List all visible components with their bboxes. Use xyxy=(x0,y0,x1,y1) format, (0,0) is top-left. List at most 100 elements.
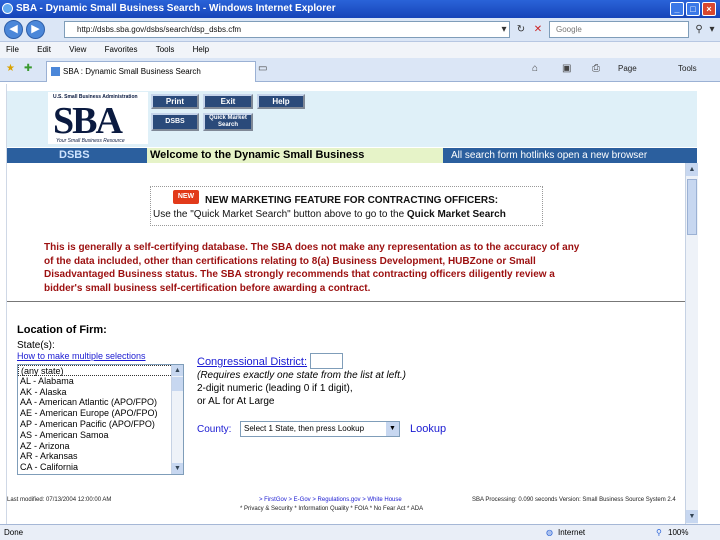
chevron-down-icon[interactable]: ▼ xyxy=(386,422,399,436)
disclaimer-line: of the data included, other than certifi… xyxy=(44,255,536,267)
state-select-list[interactable]: (any state) AL - Alabama AK - Alaska AA … xyxy=(17,364,184,475)
page-scroll-down-icon[interactable]: ▼ xyxy=(686,510,698,523)
menu-view[interactable]: View xyxy=(69,42,86,58)
menu-edit[interactable]: Edit xyxy=(37,42,51,58)
feeds-icon[interactable]: ▣ xyxy=(562,63,571,74)
page-scroll-up-icon[interactable]: ▲ xyxy=(686,163,698,176)
window-title-bar: SBA - Dynamic Small Business Search - Wi… xyxy=(0,0,720,18)
scroll-thumb[interactable] xyxy=(172,377,183,391)
back-icon[interactable]: ◀ xyxy=(4,20,23,39)
page-favicon-icon xyxy=(51,67,60,76)
disclaimer-line: Disadvantaged Business status. The SBA s… xyxy=(44,269,555,280)
hotlinks-note: All search form hotlinks open a new brow… xyxy=(451,150,648,161)
search-input[interactable]: Google xyxy=(549,21,689,38)
page-scrollbar[interactable]: ▲ ▼ xyxy=(685,163,698,524)
help-button[interactable]: Help xyxy=(257,94,305,109)
county-label: County: xyxy=(197,424,232,435)
state-option[interactable]: CA - California xyxy=(18,462,183,473)
state-option[interactable]: AR - Arkansas xyxy=(18,451,183,462)
welcome-heading: Welcome to the Dynamic Small Business xyxy=(147,148,443,163)
new-badge-icon: NEW xyxy=(173,190,199,204)
menu-file[interactable]: File xyxy=(6,42,19,58)
print-icon[interactable]: ⎙ xyxy=(592,63,600,74)
title-banner: DSBS Welcome to the Dynamic Small Busine… xyxy=(7,148,697,163)
footer-policy-links[interactable]: * Privacy & Security * Information Quali… xyxy=(240,506,423,512)
state-option[interactable]: AZ - Arizona xyxy=(18,441,183,452)
state-option[interactable]: AA - American Atlantic (APO/FPO) xyxy=(18,397,183,408)
forward-icon[interactable]: ▶ xyxy=(26,20,45,39)
state-option[interactable]: AL - Alabama xyxy=(18,376,183,387)
state-option[interactable]: AK - Alaska xyxy=(18,387,183,398)
disclaimer-line: bidder's small business self-certificati… xyxy=(44,282,371,294)
search-options-icon[interactable]: ▾ xyxy=(705,21,719,38)
lookup-link[interactable]: Lookup xyxy=(410,423,446,435)
congressional-at-large-note: or AL for At Large xyxy=(197,396,275,407)
address-url: http://dsbs.sba.gov/dsbs/search/dsp_dsbs… xyxy=(77,25,242,34)
tab-sba-search[interactable]: SBA : Dynamic Small Business Search xyxy=(46,61,256,82)
state-option[interactable]: (any state) xyxy=(18,365,183,376)
new-tab-icon[interactable]: ▭ xyxy=(258,63,267,74)
stop-icon[interactable]: ✕ xyxy=(531,21,545,38)
exit-button[interactable]: Exit xyxy=(203,94,253,109)
last-modified: Last modified: 07/13/2004 12:00:00 AM xyxy=(7,497,112,503)
window-title: SBA - Dynamic Small Business Search - Wi… xyxy=(16,3,336,14)
menu-bar: File Edit View Favorites Tools Help xyxy=(0,42,720,58)
notice-text-bold: Quick Market Search xyxy=(406,209,506,220)
county-select[interactable]: Select 1 State, then press Lookup ▼ xyxy=(240,421,400,437)
sba-logo: SBA xyxy=(53,100,123,142)
refresh-icon[interactable]: ↻ xyxy=(514,21,528,38)
disclaimer: This is generally a self-certifying data… xyxy=(44,241,674,295)
minimize-button[interactable]: _ xyxy=(670,2,684,16)
page-scroll-thumb[interactable] xyxy=(687,179,697,235)
internet-zone-icon: ◍ xyxy=(546,528,553,537)
state-option[interactable]: AE - American Europe (APO/FPO) xyxy=(18,408,183,419)
page-menu[interactable]: Page xyxy=(618,64,637,73)
notice-text: Use the "Quick Market Search" button abo… xyxy=(153,209,506,220)
footer-links[interactable]: > FirstGov > E-Gov > Regulations.gov > W… xyxy=(259,497,402,503)
search-placeholder: Google xyxy=(556,25,582,34)
multiple-selections-link[interactable]: How to make multiple selections xyxy=(17,351,146,361)
zoom-level[interactable]: 100% xyxy=(668,525,688,540)
dsbs-button[interactable]: DSBS xyxy=(151,113,199,131)
divider xyxy=(7,301,687,302)
state-list-scrollbar[interactable]: ▲ ▼ xyxy=(171,365,183,474)
scroll-up-icon[interactable]: ▲ xyxy=(172,365,183,376)
zoom-icon[interactable]: ⚲ xyxy=(656,525,662,540)
page-left-edge xyxy=(0,84,7,524)
footer-line: Last modified: 07/13/2004 12:00:00 AM > … xyxy=(7,497,697,503)
favorites-star-icon[interactable]: ★ xyxy=(6,63,15,74)
scroll-down-icon[interactable]: ▼ xyxy=(172,463,183,474)
menu-tools[interactable]: Tools xyxy=(156,42,175,58)
menu-help[interactable]: Help xyxy=(193,42,209,58)
tab-bar: ★ ✚ SBA : Dynamic Small Business Search … xyxy=(0,58,720,82)
processing-info: SBA Processing: 0.090 seconds Version: S… xyxy=(472,497,676,503)
status-bar: Done ◍ Internet ⚲ 100% xyxy=(0,524,720,540)
ie-icon xyxy=(2,3,13,14)
page-right-edge xyxy=(697,84,720,524)
print-button[interactable]: Print xyxy=(151,94,199,109)
states-label: State(s): xyxy=(17,340,55,351)
tab-label: SBA : Dynamic Small Business Search xyxy=(63,67,201,76)
sba-logo-block: U.S. Small Business Administration SBA Y… xyxy=(48,92,148,144)
maximize-button[interactable]: □ xyxy=(686,2,700,16)
home-icon[interactable]: ⌂ xyxy=(532,63,538,74)
sba-tagline: Your Small Business Resource xyxy=(56,138,125,144)
address-input[interactable]: http://dsbs.sba.gov/dsbs/search/dsp_dsbs… xyxy=(64,21,510,38)
quick-market-search-button[interactable]: Quick Market Search xyxy=(203,113,253,131)
add-favorite-icon[interactable]: ✚ xyxy=(24,63,32,74)
address-toolbar: ◀ ▶ http://dsbs.sba.gov/dsbs/search/dsp_… xyxy=(0,18,720,42)
state-option[interactable]: AP - American Pacific (APO/FPO) xyxy=(18,419,183,430)
menu-favorites[interactable]: Favorites xyxy=(105,42,138,58)
congressional-district-input[interactable] xyxy=(310,353,343,369)
disclaimer-line: This is generally a self-certifying data… xyxy=(44,242,580,253)
search-icon[interactable]: ⚲ xyxy=(692,21,706,38)
tools-menu[interactable]: Tools xyxy=(678,64,697,73)
notice-heading: NEW MARKETING FEATURE FOR CONTRACTING OF… xyxy=(205,195,499,206)
congressional-district-link[interactable]: Congressional District: xyxy=(197,356,307,368)
marketing-notice: NEW NEW MARKETING FEATURE FOR CONTRACTIN… xyxy=(150,186,543,226)
close-button[interactable]: × xyxy=(702,2,716,16)
state-option[interactable]: AS - American Samoa xyxy=(18,430,183,441)
address-dropdown-icon[interactable]: ▾ xyxy=(497,21,511,38)
congressional-format-note: 2-digit numeric (leading 0 if 1 digit), xyxy=(197,383,353,394)
county-select-value: Select 1 State, then press Lookup xyxy=(244,424,365,433)
